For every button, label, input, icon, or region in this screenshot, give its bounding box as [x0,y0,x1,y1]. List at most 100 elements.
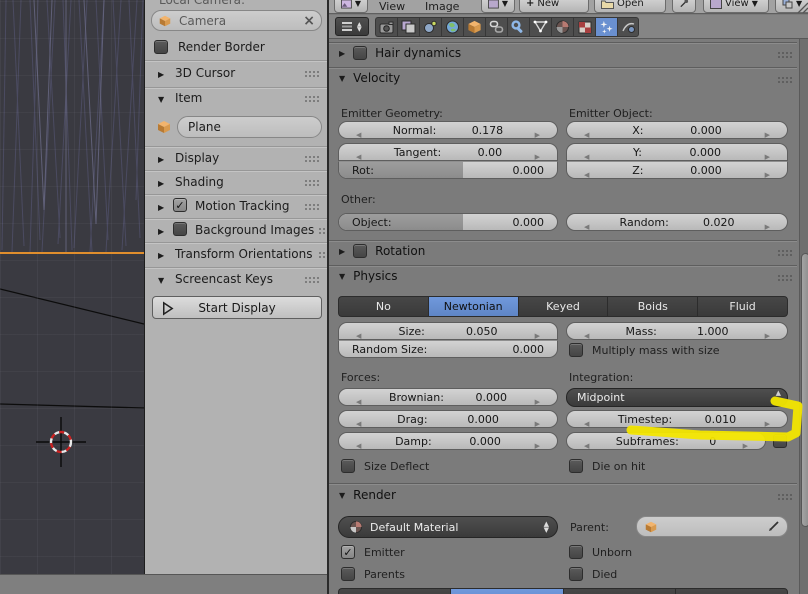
panel-grip-icon[interactable] [305,96,307,98]
render-type-segment-active[interactable] [450,588,563,594]
damp-field[interactable]: ◀ Damp: 0.000 ▶ [338,432,558,450]
collapse-arrow-icon[interactable]: ▶ [158,179,164,188]
camera-field[interactable]: Camera × [151,10,322,31]
increment-arrow-icon[interactable]: ▶ [765,171,770,178]
background-images-checkbox[interactable] [173,222,187,236]
increment-arrow-icon[interactable]: ▶ [765,332,770,339]
menu-image[interactable]: Image [425,0,459,13]
panel-rotation[interactable]: ▶ Rotation [339,244,425,258]
collapse-arrow-icon[interactable]: ▶ [158,251,164,260]
panel-grip-icon[interactable] [778,250,780,252]
increment-arrow-icon[interactable]: ▶ [743,442,748,449]
increment-arrow-icon[interactable]: ▶ [535,131,540,138]
parent-field[interactable] [636,516,788,537]
panel-display[interactable]: Display [175,151,219,165]
tab-render[interactable] [375,17,397,37]
z-field[interactable]: ◀ Z: 0.000 ▶ [566,161,788,179]
panel-physics[interactable]: ▼ Physics [339,269,398,283]
editor-type-button[interactable]: ▼ [334,0,368,13]
panel-shading[interactable]: Shading [175,175,224,189]
physics-type-keyed[interactable]: Keyed [517,296,608,317]
corner-resize-icon[interactable] [795,0,808,14]
normal-field[interactable]: ◀ Normal: 0.178 ▶ [338,121,558,139]
tab-texture[interactable] [573,17,595,37]
open-image-button[interactable]: Open [594,0,666,13]
increment-arrow-icon[interactable]: ▶ [765,131,770,138]
random-field[interactable]: ◀ Random: 0.020 ▶ [566,213,788,231]
size-deflect-checkbox[interactable] [341,459,355,473]
panel-grip-icon[interactable] [778,77,780,79]
increment-arrow-icon[interactable]: ▶ [765,223,770,230]
hair-dynamics-checkbox[interactable] [353,46,368,60]
decrement-arrow-icon[interactable]: ◀ [584,171,589,178]
die-on-hit-checkbox[interactable] [569,459,583,473]
panel-grip-icon[interactable] [305,277,307,279]
viewport-3d[interactable] [0,0,144,594]
tab-particles[interactable] [595,17,617,37]
expand-arrow-icon[interactable]: ▼ [158,95,164,104]
adaptive-subframes-checkbox[interactable] [773,434,787,448]
render-type-segment[interactable] [562,588,675,594]
random-size-field[interactable]: Random Size: 0.000 [338,340,558,358]
decrement-arrow-icon[interactable]: ◀ [356,442,361,449]
panel-hair-dynamics[interactable]: ▶ Hair dynamics [339,46,461,60]
tab-render-layers[interactable] [397,17,419,37]
decrement-arrow-icon[interactable]: ◀ [584,420,589,427]
died-checkbox[interactable] [569,567,583,581]
panel-grip-icon[interactable] [778,52,780,54]
physics-type-newtonian[interactable]: Newtonian [427,296,518,317]
panel-grip-icon[interactable] [305,156,307,158]
timestep-field[interactable]: ◀ Timestep: 0.010 ▶ [566,410,788,428]
integrator-dropdown[interactable]: Midpoint ▲ [566,388,788,407]
start-display-button[interactable]: Start Display [152,296,322,319]
brownian-field[interactable]: ◀ Brownian: 0.000 ▶ [338,388,558,406]
scrollbar-thumb[interactable] [801,253,808,527]
panel-grip-icon[interactable] [319,252,321,254]
parents-checkbox[interactable] [341,567,355,581]
collapse-arrow-icon[interactable]: ▶ [158,227,164,236]
physics-type-fluid[interactable]: Fluid [697,296,788,317]
panel-item[interactable]: Item [175,91,202,105]
object-slider[interactable]: Object: 0.000 [338,213,558,231]
increment-arrow-icon[interactable]: ▶ [535,442,540,449]
tab-object[interactable] [463,17,485,37]
decrement-arrow-icon[interactable]: ◀ [584,332,589,339]
panel-grip-icon[interactable] [305,71,307,73]
editor-type-button[interactable]: ▲ ▼ [335,17,369,36]
panel-render[interactable]: ▼ Render [339,488,396,502]
material-dropdown[interactable]: Default Material ▲ ▼ [338,516,558,538]
eyedropper-icon[interactable] [767,520,780,533]
cursor-3d[interactable] [36,417,86,467]
decrement-arrow-icon[interactable]: ◀ [356,131,361,138]
panel-velocity[interactable]: ▼ Velocity [339,71,400,85]
increment-arrow-icon[interactable]: ▶ [765,153,770,160]
panel-grip-icon[interactable] [305,180,307,182]
render-type-segment[interactable] [338,588,451,594]
panel-background-images[interactable]: Background Images [195,223,314,237]
motion-tracking-checkbox[interactable]: ✓ [173,198,187,212]
decrement-arrow-icon[interactable]: ◀ [584,442,589,449]
panel-3d-cursor[interactable]: 3D Cursor [175,66,235,80]
increment-arrow-icon[interactable]: ▶ [535,420,540,427]
physics-type-no[interactable]: No [338,296,428,317]
panel-transform-orientations[interactable]: Transform Orientations [175,247,313,261]
decrement-arrow-icon[interactable]: ◀ [356,153,361,160]
y-field[interactable]: ◀ Y: 0.000 ▶ [566,143,788,161]
scrollbar-track[interactable] [799,39,808,594]
panel-grip-icon[interactable] [319,228,321,230]
object-name-field[interactable]: Plane [177,116,322,138]
decrement-arrow-icon[interactable]: ◀ [356,398,361,405]
rotation-checkbox[interactable] [353,244,368,258]
subframes-field[interactable]: ◀ Subframes: 0 ▶ [566,432,766,450]
decrement-arrow-icon[interactable]: ◀ [584,131,589,138]
collapse-arrow-icon[interactable]: ▶ [158,155,164,164]
decrement-arrow-icon[interactable]: ◀ [584,153,589,160]
decrement-arrow-icon[interactable]: ◀ [356,420,361,427]
pin-button[interactable] [672,0,696,13]
panel-grip-icon[interactable] [778,494,780,496]
x-field[interactable]: ◀ X: 0.000 ▶ [566,121,788,139]
render-border-checkbox[interactable] [154,40,168,54]
increment-arrow-icon[interactable]: ▶ [765,420,770,427]
panel-screencast-keys[interactable]: Screencast Keys [175,272,273,286]
increment-arrow-icon[interactable]: ▶ [535,398,540,405]
